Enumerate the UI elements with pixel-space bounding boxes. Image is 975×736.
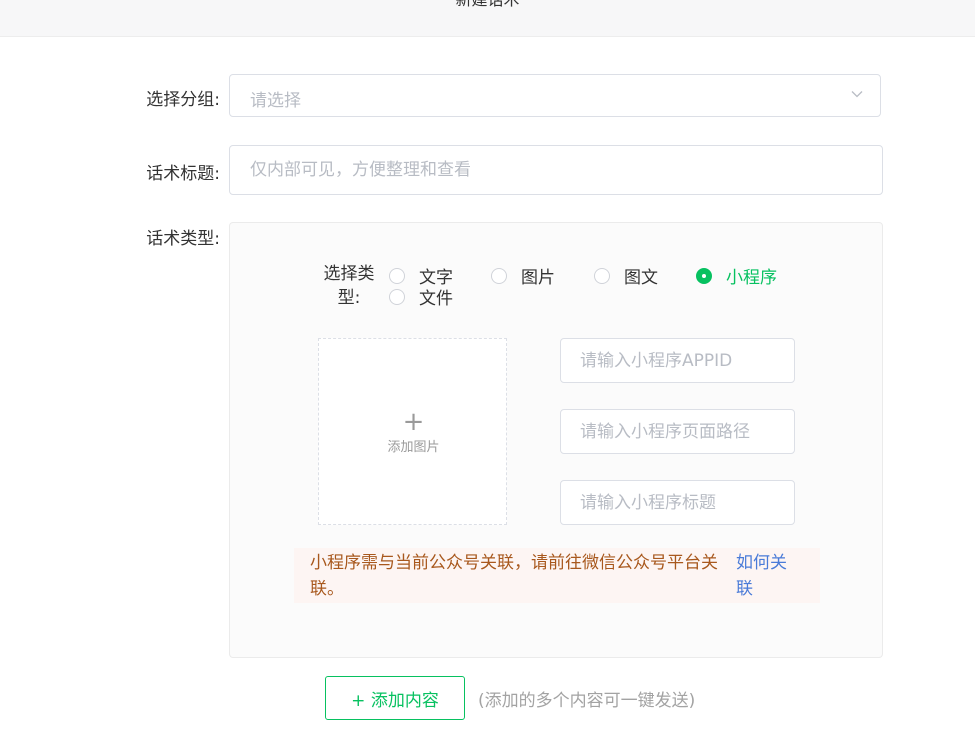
radio-article-label: 图文 bbox=[624, 268, 658, 288]
radio-circle bbox=[389, 288, 405, 305]
radio-circle bbox=[491, 267, 507, 284]
radio-file[interactable]: 文件 bbox=[389, 284, 453, 309]
appid-input[interactable] bbox=[560, 338, 795, 383]
type-label: 话术类型: bbox=[146, 229, 220, 249]
warning-text: 小程序需与当前公众号关联，请前往微信公众号平台关联。 bbox=[310, 553, 718, 599]
how-to-link[interactable]: 如何关联 bbox=[736, 550, 796, 602]
radio-image-label: 图片 bbox=[521, 268, 555, 288]
select-type-label: 选择类型: bbox=[323, 264, 375, 308]
radio-circle bbox=[594, 267, 610, 284]
upload-label: 添加图片 bbox=[387, 440, 440, 455]
chevron-down-icon bbox=[851, 91, 863, 98]
radio-circle-checked bbox=[696, 267, 712, 284]
group-select-placeholder: 请选择 bbox=[250, 91, 301, 111]
dialog-title: 新建话术 bbox=[0, 0, 975, 10]
warning-box: 小程序需与当前公众号关联，请前往微信公众号平台关联。 如何关联 bbox=[294, 548, 820, 603]
radio-image[interactable]: 图片 bbox=[491, 263, 555, 288]
radio-circle bbox=[389, 267, 405, 284]
radio-miniprogram[interactable]: 小程序 bbox=[696, 263, 777, 288]
title-input[interactable] bbox=[229, 145, 883, 195]
radio-article[interactable]: 图文 bbox=[594, 263, 658, 288]
radio-file-label: 文件 bbox=[419, 289, 453, 309]
group-label: 选择分组: bbox=[146, 90, 220, 110]
title-label: 话术标题: bbox=[146, 164, 220, 184]
add-content-button[interactable]: + 添加内容 bbox=[325, 676, 465, 720]
dialog-header: 新建话术 bbox=[0, 0, 975, 37]
miniprogram-title-input[interactable] bbox=[560, 480, 795, 525]
group-select[interactable]: 请选择 bbox=[229, 74, 881, 117]
plus-icon: + bbox=[402, 407, 425, 437]
add-content-hint: (添加的多个内容可一键发送) bbox=[478, 691, 696, 711]
page-path-input[interactable] bbox=[560, 409, 795, 454]
radio-miniprogram-label: 小程序 bbox=[726, 268, 777, 288]
image-upload[interactable]: + 添加图片 bbox=[318, 338, 507, 525]
